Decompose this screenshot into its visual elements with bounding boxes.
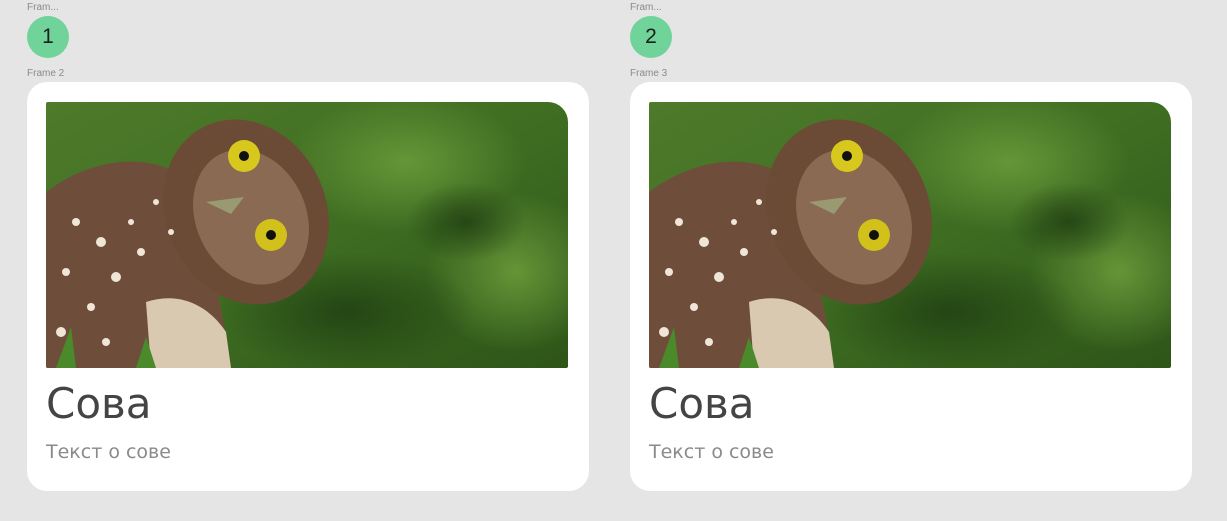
owl-photo — [649, 102, 1171, 368]
frame-group-label: Fram... — [27, 2, 59, 13]
frame-number-badge[interactable]: 2 — [630, 16, 672, 58]
frame-label: Frame 3 — [630, 68, 668, 79]
card[interactable]: Сова Текст о сове — [27, 82, 589, 491]
card-title: Сова — [46, 379, 152, 428]
frame-group-1: Fram... 1 Frame 2 Сова Текст о сове — [27, 0, 590, 521]
card-text: Текст о сове — [46, 441, 171, 463]
frame-label: Frame 2 — [27, 68, 65, 79]
card-text: Текст о сове — [649, 441, 774, 463]
owl-photo — [46, 102, 568, 368]
card[interactable]: Сова Текст о сове — [630, 82, 1192, 491]
frame-group-2: Fram... 2 Frame 3 Сова Текст о сове — [630, 0, 1193, 521]
card-title: Сова — [649, 379, 755, 428]
frame-number-badge[interactable]: 1 — [27, 16, 69, 58]
frame-group-label: Fram... — [630, 2, 662, 13]
